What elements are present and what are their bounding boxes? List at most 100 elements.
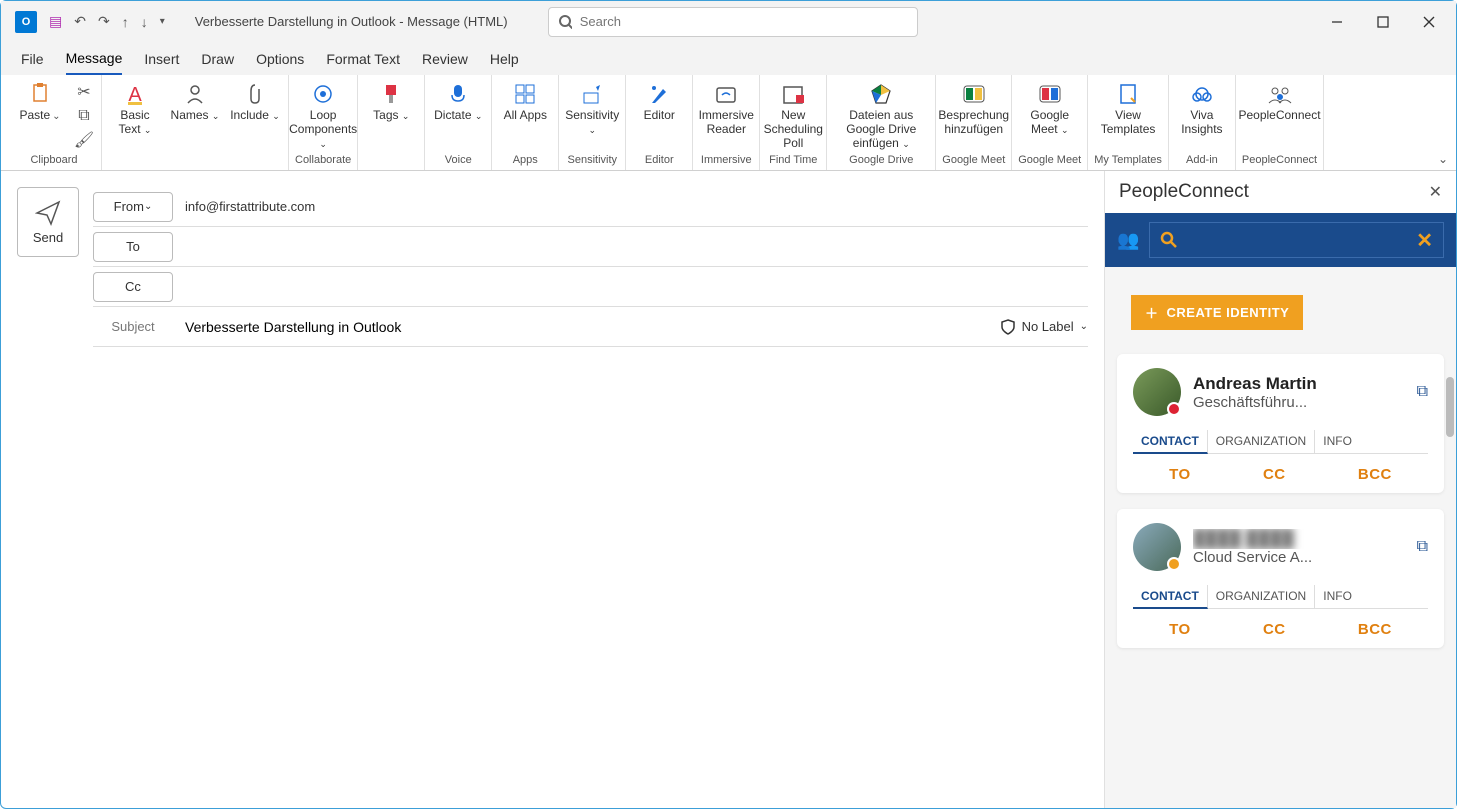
peopleconnect-button[interactable]: PeopleConnect [1253,77,1307,123]
send-icon [35,200,61,226]
loop-components-button[interactable]: Loop Components ⌄ [296,77,350,150]
tab-draw[interactable]: Draw [201,43,234,75]
card-tab-info[interactable]: INFO [1315,585,1360,608]
tab-file[interactable]: File [21,43,44,75]
contact-role: Geschäftsführu... [1193,394,1405,411]
add-to-button[interactable]: TO [1169,621,1191,638]
tab-message[interactable]: Message [66,43,123,75]
panel-search-box[interactable]: ✕ [1149,222,1444,258]
shield-icon [1000,319,1016,335]
contact-name: ████ ████ [1193,529,1405,549]
collapse-ribbon-icon[interactable]: ⌄ [1438,152,1448,166]
group-label: Sensitivity [568,154,618,168]
dictate-button[interactable]: Dictate ⌄ [431,77,485,123]
group-label: Google Drive [849,154,913,168]
group-label: Voice [445,154,472,168]
group-label: Clipboard [30,154,77,168]
send-button[interactable]: Send [17,187,79,257]
add-to-button[interactable]: TO [1169,466,1191,483]
cut-icon[interactable]: ✂ [73,81,95,103]
subject-field[interactable] [185,319,1000,335]
window-title: Verbesserte Darstellung in Outlook - Mes… [195,14,508,29]
customize-icon[interactable]: ▾ [160,16,165,27]
scrollbar-thumb[interactable] [1446,377,1454,437]
besprechung-hinzuf-gen-button[interactable]: Besprechung hinzufügen [947,77,1001,137]
tags-button[interactable]: Tags ⌄ [364,77,418,123]
immersive-reader-button[interactable]: Immersive Reader [699,77,753,137]
group-label: Apps [513,154,538,168]
card-tab-contact[interactable]: CONTACT [1133,585,1208,609]
add-bcc-button[interactable]: BCC [1358,621,1392,638]
minimize-button[interactable] [1314,1,1360,43]
send-label: Send [33,230,63,245]
up-icon[interactable]: ↑ [122,14,129,30]
format-painter-icon[interactable]: 🖌 [73,129,95,151]
undo-icon[interactable]: ↶ [74,13,86,30]
down-icon[interactable]: ↓ [141,14,148,30]
group-label: Immersive [701,154,752,168]
from-button[interactable]: From [93,192,173,222]
all-apps-button[interactable]: All Apps [498,77,552,123]
plus-icon: ＋ [1145,303,1159,322]
peopleconnect-logo-icon: 👥 [1117,230,1139,251]
google-meet-button[interactable]: Google Meet ⌄ [1023,77,1077,137]
redo-icon[interactable]: ↷ [98,13,110,30]
group-label [390,154,393,168]
save-icon[interactable]: ▤ [49,13,62,30]
search-input[interactable] [580,14,907,29]
basic-text-button[interactable]: ABasic Text ⌄ [108,77,162,137]
close-button[interactable] [1406,1,1452,43]
group-label: Find Time [769,154,817,168]
add-bcc-button[interactable]: BCC [1358,466,1392,483]
group-label: Collaborate [295,154,351,168]
tab-insert[interactable]: Insert [144,43,179,75]
contact-badge-icon[interactable]: ⧉ [1417,538,1428,556]
copy-icon[interactable]: ⧉ [73,105,95,127]
no-label-dropdown[interactable]: No Label ⌄ [1000,319,1088,335]
maximize-button[interactable] [1360,1,1406,43]
dateien-aus-google-drive-einf-gen-button[interactable]: Dateien aus Google Drive einfügen ⌄ [833,77,929,150]
peopleconnect-panel: PeopleConnect ✕ 👥 ✕ ＋ CREATE IDENTITY An… [1104,171,1456,808]
search-box[interactable] [548,7,918,37]
tab-help[interactable]: Help [490,43,519,75]
card-tab-organization[interactable]: ORGANIZATION [1208,430,1315,453]
avatar [1133,523,1181,571]
group-label [193,154,196,168]
card-tab-contact[interactable]: CONTACT [1133,430,1208,454]
card-tab-organization[interactable]: ORGANIZATION [1208,585,1315,608]
clear-search-icon[interactable]: ✕ [1416,228,1433,253]
contact-badge-icon[interactable]: ⧉ [1417,383,1428,401]
svg-text:A: A [128,84,142,105]
view-templates-button[interactable]: View Templates [1101,77,1155,137]
add-cc-button[interactable]: CC [1263,466,1286,483]
include-button[interactable]: Include ⌄ [228,77,282,123]
tab-options[interactable]: Options [256,43,304,75]
search-icon [1160,231,1178,249]
tab-review[interactable]: Review [422,43,468,75]
editor-button[interactable]: Editor [632,77,686,123]
card-tab-info[interactable]: INFO [1315,430,1360,453]
from-value: info@firstattribute.com [185,199,315,214]
add-cc-button[interactable]: CC [1263,621,1286,638]
tab-format-text[interactable]: Format Text [326,43,400,75]
new-scheduling-poll-button[interactable]: New Scheduling Poll [766,77,820,150]
ribbon: Paste ✂⧉🖌 Clipboard ABasic Text ⌄Names ⌄Inc… [1,75,1456,171]
quick-access-toolbar: ▤ ↶ ↷ ↑ ↓ ▾ [49,13,165,30]
cc-button[interactable]: Cc [93,272,173,302]
to-button[interactable]: To [93,232,173,262]
titlebar: O ▤ ↶ ↷ ↑ ↓ ▾ Verbesserte Darstellung in… [1,1,1456,43]
to-field[interactable] [185,239,1088,255]
panel-title: PeopleConnect [1119,181,1249,203]
contact-card: ████ ████Cloud Service A...⧉CONTACTORGAN… [1117,509,1444,648]
group-label: Google Meet [942,154,1005,168]
panel-close-icon[interactable]: ✕ [1429,182,1442,202]
group-label: My Templates [1094,154,1162,168]
outlook-icon: O [15,11,37,33]
subject-label: Subject [93,319,173,334]
cc-field[interactable] [185,279,1088,295]
create-identity-button[interactable]: ＋ CREATE IDENTITY [1131,295,1303,330]
names-button[interactable]: Names ⌄ [168,77,222,123]
paste-button[interactable]: Paste [13,77,67,123]
sensitivity-button[interactable]: Sensitivity ⌄ [565,77,619,137]
viva-insights-button[interactable]: Viva Insights [1175,77,1229,137]
